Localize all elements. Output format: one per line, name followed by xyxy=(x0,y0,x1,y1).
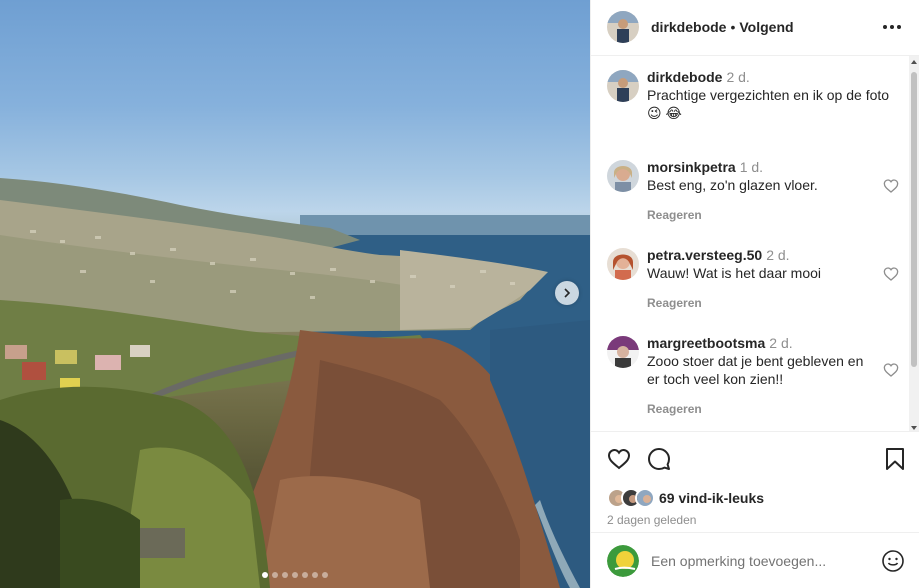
likes-summary: 69 vind-ik-leuks xyxy=(591,487,919,509)
smiley-icon xyxy=(882,549,904,572)
scrollbar-thumb[interactable] xyxy=(911,71,917,367)
liker-avatar-image xyxy=(637,489,653,506)
caption-avatar[interactable] xyxy=(607,69,639,102)
commenter-avatar-image xyxy=(607,159,639,192)
emoji-picker-button[interactable] xyxy=(881,549,905,573)
comment-text: Zooo stoer dat je bent gebleven en er to… xyxy=(647,352,864,387)
comment-avatar[interactable] xyxy=(607,159,639,192)
author-username[interactable]: dirkdebode xyxy=(651,19,726,35)
comment-username[interactable]: margreetbootsma xyxy=(647,335,765,351)
current-user-avatar xyxy=(607,544,639,577)
like-button[interactable] xyxy=(607,447,631,471)
comment-time[interactable]: 2 d. xyxy=(766,247,789,263)
reply-button[interactable]: Reageren xyxy=(647,400,897,418)
caption-username[interactable]: dirkdebode xyxy=(647,69,722,85)
carousel-dot xyxy=(322,572,328,578)
caption: dirkdebode 2 d. Prachtige vergezichten en… xyxy=(607,68,897,122)
comment-username[interactable]: petra.versteeg.50 xyxy=(647,247,762,263)
commenter-avatar-image xyxy=(607,335,639,368)
caption-text: Prachtige vergezichten en ik op de foto xyxy=(647,86,890,103)
comment-avatar[interactable] xyxy=(607,247,639,280)
reply-button[interactable]: Reageren xyxy=(647,294,897,312)
comment-text: Wauw! Wat is het daar mooi xyxy=(647,264,822,281)
post-date[interactable]: 2 dagen geleden xyxy=(591,509,919,533)
post-side-panel: dirkdebode • Volgend dirkdebode 2 d. Pra… xyxy=(590,0,919,588)
current-user-avatar-image xyxy=(607,544,639,577)
author-avatar-image xyxy=(607,69,639,102)
commenter-avatar-image xyxy=(607,247,639,280)
post-photo[interactable] xyxy=(0,0,590,588)
comment-text: Best eng, zo'n glazen vloer. xyxy=(647,176,818,193)
carousel-indicator xyxy=(0,572,590,578)
carousel-dot xyxy=(312,572,318,578)
carousel-dot xyxy=(302,572,308,578)
carousel-dot xyxy=(272,572,278,578)
bookmark-icon xyxy=(886,448,904,471)
heart-icon xyxy=(883,362,899,377)
comment-time[interactable]: 2 d. xyxy=(769,335,792,351)
caption-time[interactable]: 2 d. xyxy=(726,69,749,85)
save-button[interactable] xyxy=(883,447,907,471)
chevron-right-icon xyxy=(564,288,571,298)
carousel-next-button[interactable] xyxy=(555,281,579,305)
scroll-up-arrow-icon[interactable] xyxy=(911,59,917,64)
liker-avatar[interactable] xyxy=(635,487,655,508)
follow-status-button[interactable]: Volgend xyxy=(739,19,793,35)
reply-button[interactable]: Reageren xyxy=(647,206,897,224)
caption-emojis: 😉 😂 xyxy=(647,104,682,121)
comment-time[interactable]: 1 d. xyxy=(740,159,763,175)
add-comment-bar xyxy=(591,532,919,588)
heart-icon xyxy=(883,178,899,193)
comment-like-button[interactable] xyxy=(883,362,899,381)
action-bar xyxy=(591,431,919,487)
comment-item: margreetbootsma 2 d. Zooo stoer dat je be… xyxy=(607,334,899,418)
author-avatar[interactable] xyxy=(607,11,639,44)
landscape-image xyxy=(0,178,590,588)
comment-like-button[interactable] xyxy=(883,266,899,285)
comment-input[interactable] xyxy=(651,552,881,569)
comment-button[interactable] xyxy=(647,447,671,471)
likes-count[interactable]: 69 vind-ik-leuks xyxy=(659,490,764,506)
scroll-down-arrow-icon[interactable] xyxy=(911,425,917,430)
comments-section[interactable]: dirkdebode 2 d. Prachtige vergezichten en… xyxy=(591,55,919,432)
comment-bubble-icon xyxy=(648,448,670,471)
post-header: dirkdebode • Volgend xyxy=(591,0,919,56)
comment-item: petra.versteeg.50 2 d. Wauw! Wat is het d… xyxy=(607,246,899,312)
more-horizontal-icon xyxy=(883,25,887,30)
comment-username[interactable]: morsinkpetra xyxy=(647,159,736,175)
carousel-dot xyxy=(292,572,298,578)
more-options-button[interactable] xyxy=(879,21,905,33)
heart-icon xyxy=(607,449,631,470)
heart-icon xyxy=(883,266,899,281)
author-avatar-image xyxy=(607,11,639,44)
comment-item: morsinkpetra 1 d. Best eng, zo'n glazen v… xyxy=(607,158,899,224)
comment-avatar[interactable] xyxy=(607,335,639,368)
comment-like-button[interactable] xyxy=(883,178,899,197)
comments-scrollbar[interactable] xyxy=(909,55,919,432)
carousel-dot xyxy=(282,572,288,578)
carousel-dot xyxy=(262,572,268,578)
header-separator: • xyxy=(730,19,736,36)
instagram-post-modal: dirkdebode • Volgend dirkdebode 2 d. Pra… xyxy=(0,0,919,588)
